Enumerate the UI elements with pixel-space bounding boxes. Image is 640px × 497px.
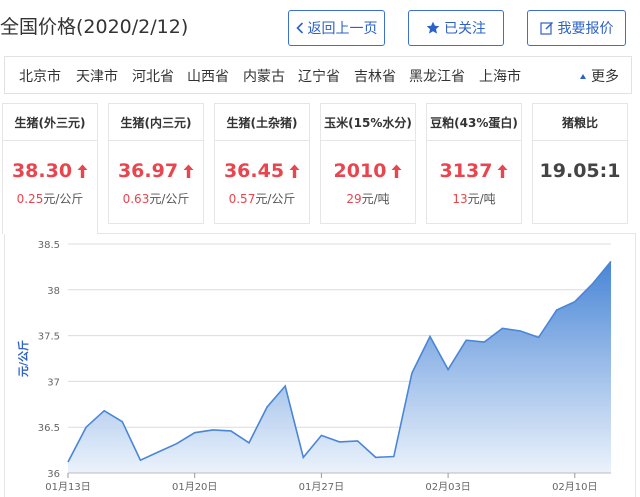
card-corn[interactable]: 玉米(15%水分) 2010 29元/吨 xyxy=(320,103,416,224)
card-price: 38.30 xyxy=(11,160,73,182)
card-title: 生猪(外三元) xyxy=(3,104,97,141)
arrow-up-icon xyxy=(77,164,88,179)
card-change: 13元/吨 xyxy=(452,192,496,206)
region-beijing[interactable]: 北京市 xyxy=(19,66,61,86)
x-tick-label: 01月20日 xyxy=(172,481,217,493)
back-button[interactable]: 返回上一页 xyxy=(288,10,385,46)
card-price-row: 3137 xyxy=(427,160,521,182)
region-tianjin[interactable]: 天津市 xyxy=(76,66,118,86)
chevron-left-icon xyxy=(295,22,304,34)
y-tick-label: 37.5 xyxy=(38,332,60,343)
card-title: 猪粮比 xyxy=(533,104,627,141)
card-price: 19.05:1 xyxy=(539,160,621,182)
card-title: 生猪(土杂猪) xyxy=(215,104,309,141)
y-tick-label: 36.5 xyxy=(38,423,60,434)
price-chart-svg: 36 36.5 37 37.5 38 38.5 元/公斤 01月13日 01月20日 01月27日… xyxy=(16,240,612,493)
arrow-up-icon xyxy=(183,164,194,179)
card-price-row: 36.97 xyxy=(109,160,203,182)
card-price: 36.97 xyxy=(117,160,179,182)
x-tick-label: 01月13日 xyxy=(45,481,90,493)
card-price-row: 19.05:1 xyxy=(533,160,627,182)
y-tick-label: 38.5 xyxy=(38,240,60,251)
region-jilin[interactable]: 吉林省 xyxy=(354,66,396,86)
y-tick-label: 37 xyxy=(47,377,60,388)
y-tick-label: 38 xyxy=(47,286,60,297)
x-tick-label: 02月10日 xyxy=(552,481,597,493)
card-pig-grain-ratio[interactable]: 猪粮比 19.05:1 xyxy=(532,103,628,224)
region-shanxi[interactable]: 山西省 xyxy=(187,66,229,86)
region-hebei[interactable]: 河北省 xyxy=(132,66,174,86)
arrow-up-icon xyxy=(497,164,508,179)
more-label: 更多 xyxy=(591,69,619,85)
region-heilongjiang[interactable]: 黑龙江省 xyxy=(409,66,465,86)
y-tick-label: 36 xyxy=(47,469,60,480)
arrow-up-icon xyxy=(391,164,402,179)
quote-button-label: 我要报价 xyxy=(557,21,614,37)
card-price-row: 36.45 xyxy=(215,160,309,182)
price-cards: 生猪(外三元) 38.30 0.25元/公斤 生猪(内三元) 36.97 0.6… xyxy=(0,103,640,234)
y-axis-label: 元/公斤 xyxy=(16,340,30,377)
back-button-label: 返回上一页 xyxy=(307,21,378,37)
card-price-row: 2010 xyxy=(321,160,415,182)
triangle-up-icon xyxy=(580,73,586,79)
card-pig-mixed[interactable]: 生猪(土杂猪) 36.45 0.57元/公斤 xyxy=(214,103,310,224)
card-price: 2010 xyxy=(333,160,387,182)
card-price: 36.45 xyxy=(223,160,285,182)
follow-button[interactable]: 已关注 xyxy=(408,10,504,46)
quote-button[interactable]: 我要报价 xyxy=(527,10,626,46)
region-shanghai[interactable]: 上海市 xyxy=(479,66,521,86)
more-regions-button[interactable]: 更多 xyxy=(580,66,619,86)
star-icon xyxy=(426,21,440,35)
page-title: 全国价格(2020/2/12) xyxy=(0,16,189,38)
region-neimenggu[interactable]: 内蒙古 xyxy=(243,66,285,86)
card-pig-inner-ternary[interactable]: 生猪(内三元) 36.97 0.63元/公斤 xyxy=(108,103,204,224)
card-title: 玉米(15%水分) xyxy=(321,104,415,141)
card-change: 29元/吨 xyxy=(346,192,390,206)
edit-icon xyxy=(539,21,554,35)
card-price-row: 38.30 xyxy=(3,160,97,182)
price-chart: 36 36.5 37 37.5 38 38.5 元/公斤 01月13日 01月20日 01月27日… xyxy=(4,233,636,497)
card-soymeal[interactable]: 豆粕(43%蛋白) 3137 13元/吨 xyxy=(426,103,522,224)
card-change: 0.63元/公斤 xyxy=(122,192,190,206)
card-price: 3137 xyxy=(439,160,493,182)
arrow-up-icon xyxy=(289,164,300,179)
card-change: 0.25元/公斤 xyxy=(16,192,84,206)
card-title: 生猪(内三元) xyxy=(109,104,203,141)
card-pig-outer-ternary[interactable]: 生猪(外三元) 38.30 0.25元/公斤 xyxy=(2,103,98,234)
card-change: 0.57元/公斤 xyxy=(228,192,296,206)
region-bar: 北京市 天津市 河北省 山西省 内蒙古 辽宁省 吉林省 黑龙江省 上海市 更多 xyxy=(4,56,632,94)
follow-button-label: 已关注 xyxy=(444,21,486,37)
x-tick-label: 01月27日 xyxy=(299,481,344,493)
x-tick-label: 02月03日 xyxy=(425,481,470,493)
card-title: 豆粕(43%蛋白) xyxy=(427,104,521,141)
region-liaoning[interactable]: 辽宁省 xyxy=(298,66,340,86)
